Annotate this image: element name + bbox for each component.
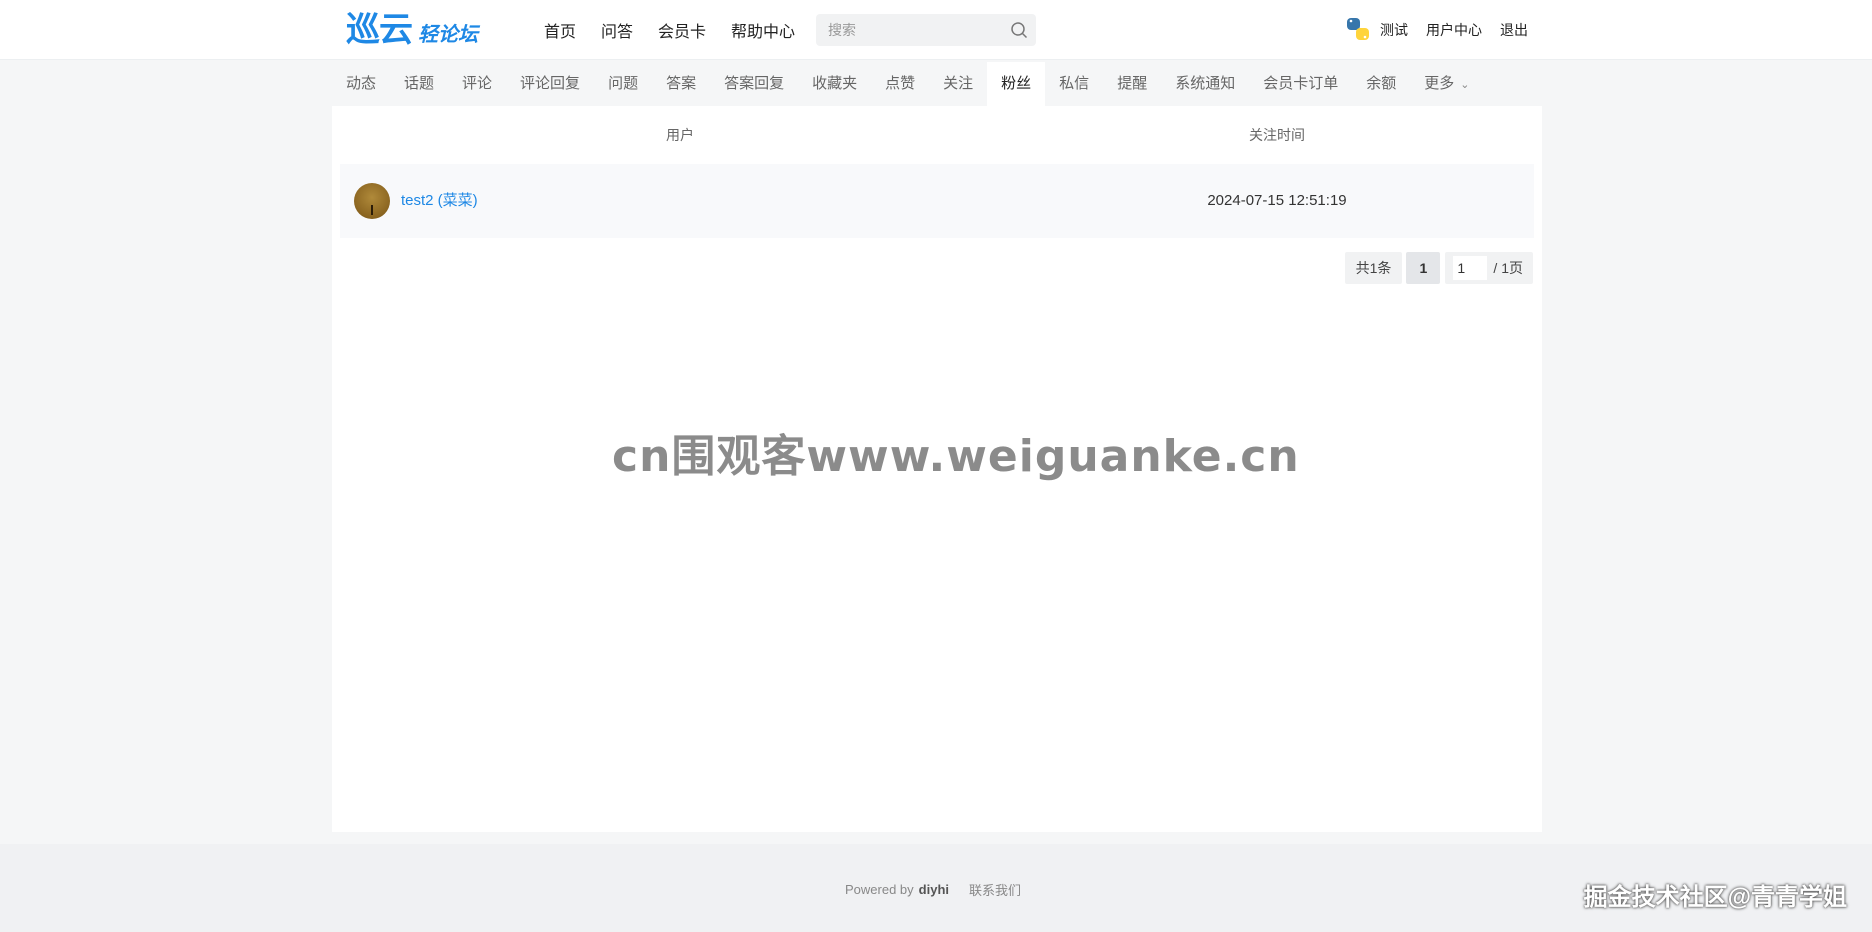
top-header: 巡云 轻论坛 首页 问答 会员卡 帮助中心 搜索 测试 用户中心 退出 [0, 0, 1872, 60]
tab-comment-replies[interactable]: 评论回复 [506, 62, 594, 106]
watermark-text: cn围观客www.weiguanke.cn [612, 431, 1300, 482]
tab-favorites[interactable]: 收藏夹 [798, 62, 871, 106]
footer-contact-link[interactable]: 联系我们 [969, 880, 1021, 899]
tab-topics[interactable]: 话题 [390, 62, 448, 106]
search-input[interactable] [816, 14, 1006, 46]
user-name[interactable]: 测试 [1380, 20, 1408, 40]
top-nav: 首页 问答 会员卡 帮助中心 [544, 0, 820, 60]
tab-likes[interactable]: 点赞 [871, 62, 929, 106]
tab-answer-replies[interactable]: 答案回复 [710, 62, 798, 106]
table-header: 用户 关注时间 [340, 106, 1534, 164]
nav-qa[interactable]: 问答 [601, 18, 633, 42]
tab-membership-orders[interactable]: 会员卡订单 [1249, 62, 1352, 106]
tab-following[interactable]: 关注 [929, 62, 987, 106]
chevron-down-icon: ⌄ [1460, 79, 1470, 91]
user-avatar[interactable] [1340, 12, 1376, 48]
tab-more-label: 更多 [1424, 75, 1455, 92]
pagination-page-current[interactable]: 1 [1406, 252, 1441, 284]
follower-avatar[interactable] [354, 183, 390, 219]
user-center-link[interactable]: 用户中心 [1426, 20, 1482, 40]
tab-followers[interactable]: 粉丝 [987, 62, 1046, 106]
follow-time: 2024-07-15 12:51:19 [1207, 192, 1347, 209]
tab-balance[interactable]: 余额 [1352, 62, 1410, 106]
column-follow-time: 关注时间 [1249, 127, 1305, 143]
user-tabs: 动态 话题 评论 评论回复 问题 答案 答案回复 收藏夹 点赞 关注 粉丝 私信… [332, 62, 1542, 106]
tab-questions[interactable]: 问题 [594, 62, 652, 106]
footer-brand[interactable]: diyhi [919, 882, 949, 897]
tab-activity[interactable]: 动态 [332, 62, 390, 106]
nav-help-center[interactable]: 帮助中心 [731, 18, 795, 42]
pagination-jump: / 1页 [1445, 252, 1533, 284]
table-row: test2 (菜菜) 2024-07-15 12:51:19 [340, 164, 1534, 238]
follower-name-link[interactable]: test2 (菜菜) [401, 164, 478, 238]
nav-membership[interactable]: 会员卡 [658, 18, 706, 42]
tab-messages[interactable]: 私信 [1045, 62, 1103, 106]
corner-watermark: 掘金技术社区@青青学姐 [1583, 884, 1847, 911]
footer-powered: Powered by [845, 882, 914, 897]
search-box [816, 14, 1036, 46]
page-jump-input[interactable] [1453, 256, 1488, 280]
tab-system-notices[interactable]: 系统通知 [1161, 62, 1249, 106]
column-user: 用户 [666, 127, 694, 143]
logout-link[interactable]: 退出 [1500, 20, 1528, 40]
search-icon[interactable] [1010, 21, 1028, 39]
tab-reminders[interactable]: 提醒 [1103, 62, 1161, 106]
logo-main-text: 巡云 [346, 11, 413, 49]
site-logo[interactable]: 巡云 轻论坛 [346, 12, 496, 48]
header-inner: 巡云 轻论坛 首页 问答 会员卡 帮助中心 搜索 测试 用户中心 退出 [346, 0, 1536, 60]
logo-sub-text: 轻论坛 [418, 24, 478, 46]
pagination-page-count: / 1页 [1493, 260, 1523, 276]
pagination-total: 共1条 [1344, 252, 1403, 284]
tab-comments[interactable]: 评论 [448, 62, 506, 106]
tab-more[interactable]: 更多 ⌄ [1410, 62, 1483, 106]
tab-answers[interactable]: 答案 [652, 62, 710, 106]
pagination: 共1条 1 / 1页 [1344, 252, 1533, 284]
user-area: 测试 用户中心 退出 [1340, 0, 1536, 60]
nav-home[interactable]: 首页 [544, 18, 576, 42]
footer-content: Powered by diyhi 联系我们 [845, 880, 1021, 899]
python-logo-icon [1347, 18, 1369, 40]
